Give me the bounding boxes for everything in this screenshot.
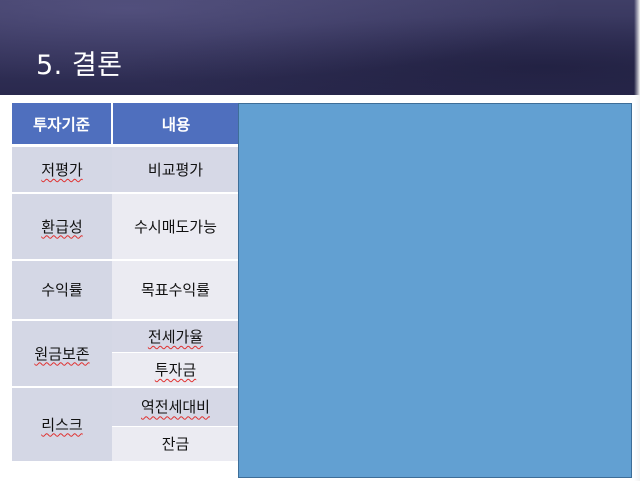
cell-text: 비교평가 (147, 160, 204, 179)
cell-text: 환급성 (41, 217, 83, 236)
table-cell-value[interactable]: 투자금 (112, 352, 239, 388)
slide-title[interactable]: 5. 결론 (36, 48, 123, 84)
blue-rectangle-shape[interactable] (238, 103, 632, 478)
table-header-row: 투자기준 내용 (12, 103, 239, 147)
table-cell-value[interactable]: 목표수익률 (112, 259, 239, 321)
table-cell-value[interactable]: 전세가율 (112, 319, 239, 353)
table-cell-value[interactable]: 수시매도가능 (112, 192, 239, 261)
table-cell-value[interactable]: 역전세대비 (112, 386, 239, 427)
table-cell-value[interactable]: 잔금 (112, 426, 239, 461)
table-cell-category[interactable]: 원금보존 (12, 319, 112, 388)
table-cell-category[interactable]: 리스크 (12, 386, 112, 461)
cell-text: 전세가율 (147, 327, 204, 346)
table-cell-category[interactable]: 수익률 (12, 259, 112, 321)
header-content[interactable]: 내용 (112, 103, 239, 147)
table-row: 원금보존 전세가율 (12, 319, 239, 388)
investment-criteria-table[interactable]: 투자기준 내용 저평가 비교평가 환급성 수시매도가능 수익률 목표수익률 원금… (12, 103, 239, 461)
table-row: 저평가 비교평가 (12, 145, 239, 194)
header-divider (0, 95, 640, 99)
slide-edge-shadow (634, 0, 640, 481)
cell-text: 역전세대비 (140, 398, 210, 417)
slide: 5. 결론 투자기준 내용 저평가 비교평가 환급성 수시매도가능 수익률 목표… (0, 0, 640, 481)
cell-text: 투자금 (154, 360, 197, 379)
table-row: 환급성 수시매도가능 (12, 192, 239, 261)
cell-text: 원금보존 (34, 344, 90, 363)
table-row: 수익률 목표수익률 (12, 259, 239, 321)
cell-text: 잔금 (161, 435, 190, 454)
cell-text: 저평가 (41, 160, 83, 179)
cell-text: 리스크 (41, 415, 83, 434)
cell-text: 수익률 (41, 281, 83, 299)
table-cell-category[interactable]: 환급성 (12, 192, 112, 261)
table-cell-category[interactable]: 저평가 (12, 145, 112, 194)
cell-text: 목표수익률 (140, 281, 210, 299)
header-criterion[interactable]: 투자기준 (12, 103, 113, 147)
table-cell-value[interactable]: 비교평가 (112, 145, 239, 194)
table-row: 리스크 역전세대비 (12, 386, 239, 461)
cell-text: 수시매도가능 (134, 217, 217, 236)
